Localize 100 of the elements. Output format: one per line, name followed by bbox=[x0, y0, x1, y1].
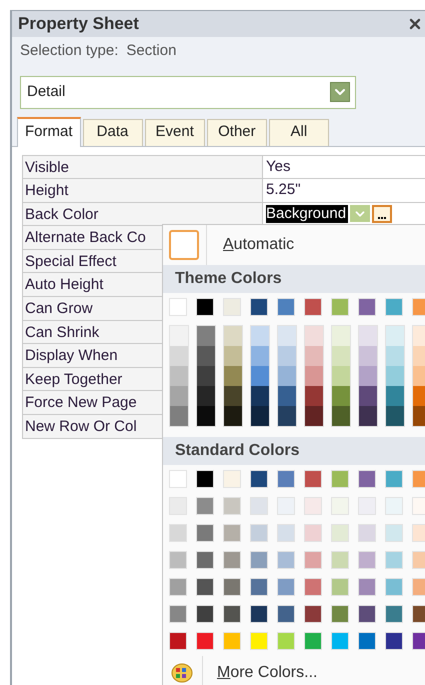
color-swatch[interactable] bbox=[359, 366, 377, 386]
color-swatch[interactable] bbox=[277, 497, 295, 515]
color-swatch[interactable] bbox=[169, 524, 187, 542]
color-swatch[interactable] bbox=[170, 346, 188, 366]
color-swatch[interactable] bbox=[331, 632, 349, 650]
color-swatch[interactable] bbox=[304, 298, 322, 316]
color-swatch[interactable] bbox=[223, 470, 241, 488]
color-swatch[interactable] bbox=[332, 406, 350, 426]
property-value[interactable]: Background bbox=[266, 204, 348, 223]
color-swatch[interactable] bbox=[251, 366, 269, 386]
more-colors-option[interactable]: More Colors... bbox=[217, 661, 318, 685]
color-swatch[interactable] bbox=[385, 632, 403, 650]
color-swatch[interactable] bbox=[359, 346, 377, 366]
color-swatch[interactable] bbox=[277, 632, 295, 650]
color-swatch[interactable] bbox=[169, 632, 187, 650]
color-swatch[interactable] bbox=[304, 605, 322, 623]
color-swatch[interactable] bbox=[412, 470, 425, 488]
color-swatch[interactable] bbox=[196, 578, 214, 596]
color-swatch[interactable] bbox=[332, 386, 350, 406]
color-swatch[interactable] bbox=[304, 632, 322, 650]
color-swatch[interactable] bbox=[223, 551, 241, 569]
color-swatch[interactable] bbox=[278, 346, 296, 366]
color-swatch[interactable] bbox=[386, 366, 404, 386]
color-swatch[interactable] bbox=[305, 326, 323, 346]
color-swatch[interactable] bbox=[223, 298, 241, 316]
color-swatch[interactable] bbox=[305, 386, 323, 406]
color-swatch[interactable] bbox=[250, 578, 268, 596]
color-swatch[interactable] bbox=[359, 406, 377, 426]
color-swatch[interactable] bbox=[305, 346, 323, 366]
color-swatch[interactable] bbox=[385, 524, 403, 542]
color-swatch[interactable] bbox=[170, 386, 188, 406]
color-swatch[interactable] bbox=[196, 605, 214, 623]
color-swatch[interactable] bbox=[412, 632, 425, 650]
color-swatch[interactable] bbox=[358, 497, 376, 515]
color-swatch[interactable] bbox=[196, 632, 214, 650]
color-swatch[interactable] bbox=[224, 346, 242, 366]
color-swatch[interactable] bbox=[277, 298, 295, 316]
color-swatch[interactable] bbox=[196, 497, 214, 515]
color-swatch[interactable] bbox=[169, 578, 187, 596]
color-swatch[interactable] bbox=[358, 578, 376, 596]
color-swatch[interactable] bbox=[250, 470, 268, 488]
color-swatch[interactable] bbox=[196, 470, 214, 488]
color-swatch[interactable] bbox=[304, 497, 322, 515]
color-swatch[interactable] bbox=[331, 605, 349, 623]
color-swatch[interactable] bbox=[196, 524, 214, 542]
color-swatch[interactable] bbox=[169, 551, 187, 569]
color-swatch[interactable] bbox=[331, 551, 349, 569]
color-swatch[interactable] bbox=[304, 524, 322, 542]
tab[interactable]: All bbox=[268, 118, 329, 146]
color-swatch[interactable] bbox=[196, 551, 214, 569]
color-swatch[interactable] bbox=[250, 551, 268, 569]
color-swatch[interactable] bbox=[278, 406, 296, 426]
color-swatch[interactable] bbox=[386, 326, 404, 346]
color-swatch[interactable] bbox=[277, 524, 295, 542]
color-swatch[interactable] bbox=[250, 298, 268, 316]
color-swatch[interactable] bbox=[224, 366, 242, 386]
color-swatch[interactable] bbox=[385, 470, 403, 488]
color-swatch[interactable] bbox=[197, 366, 215, 386]
color-swatch[interactable] bbox=[386, 346, 404, 366]
color-swatch[interactable] bbox=[358, 551, 376, 569]
color-swatch[interactable] bbox=[223, 497, 241, 515]
property-value[interactable]: 5.25" bbox=[266, 181, 301, 200]
color-swatch[interactable] bbox=[385, 605, 403, 623]
color-swatch[interactable] bbox=[197, 326, 215, 346]
color-swatch[interactable] bbox=[412, 578, 425, 596]
tab[interactable]: Format bbox=[17, 116, 81, 146]
builder-button[interactable] bbox=[372, 204, 392, 223]
color-swatch[interactable] bbox=[386, 406, 404, 426]
color-swatch[interactable] bbox=[331, 298, 349, 316]
property-value[interactable]: Yes bbox=[266, 158, 290, 176]
color-swatch[interactable] bbox=[224, 406, 242, 426]
color-swatch[interactable] bbox=[304, 578, 322, 596]
close-icon[interactable] bbox=[407, 16, 423, 32]
color-swatch[interactable] bbox=[358, 524, 376, 542]
color-swatch[interactable] bbox=[278, 366, 296, 386]
color-swatch[interactable] bbox=[170, 326, 188, 346]
automatic-swatch[interactable] bbox=[169, 230, 199, 260]
color-swatch[interactable] bbox=[196, 298, 214, 316]
tab[interactable]: Data bbox=[82, 118, 143, 146]
object-dropdown[interactable]: Detail bbox=[20, 76, 356, 108]
color-swatch[interactable] bbox=[169, 298, 187, 316]
color-swatch[interactable] bbox=[358, 605, 376, 623]
color-swatch[interactable] bbox=[250, 605, 268, 623]
color-swatch[interactable] bbox=[251, 346, 269, 366]
color-swatch[interactable] bbox=[304, 551, 322, 569]
color-swatch[interactable] bbox=[412, 605, 425, 623]
color-swatch[interactable] bbox=[224, 386, 242, 406]
color-swatch[interactable] bbox=[223, 605, 241, 623]
color-swatch[interactable] bbox=[358, 298, 376, 316]
color-swatch[interactable] bbox=[331, 578, 349, 596]
color-swatch[interactable] bbox=[223, 524, 241, 542]
color-swatch[interactable] bbox=[332, 366, 350, 386]
color-swatch[interactable] bbox=[385, 551, 403, 569]
color-swatch[interactable] bbox=[170, 366, 188, 386]
color-swatch[interactable] bbox=[169, 470, 187, 488]
color-swatch[interactable] bbox=[278, 386, 296, 406]
color-swatch[interactable] bbox=[250, 524, 268, 542]
color-swatch[interactable] bbox=[359, 326, 377, 346]
color-swatch[interactable] bbox=[304, 470, 322, 488]
color-swatch[interactable] bbox=[412, 551, 425, 569]
